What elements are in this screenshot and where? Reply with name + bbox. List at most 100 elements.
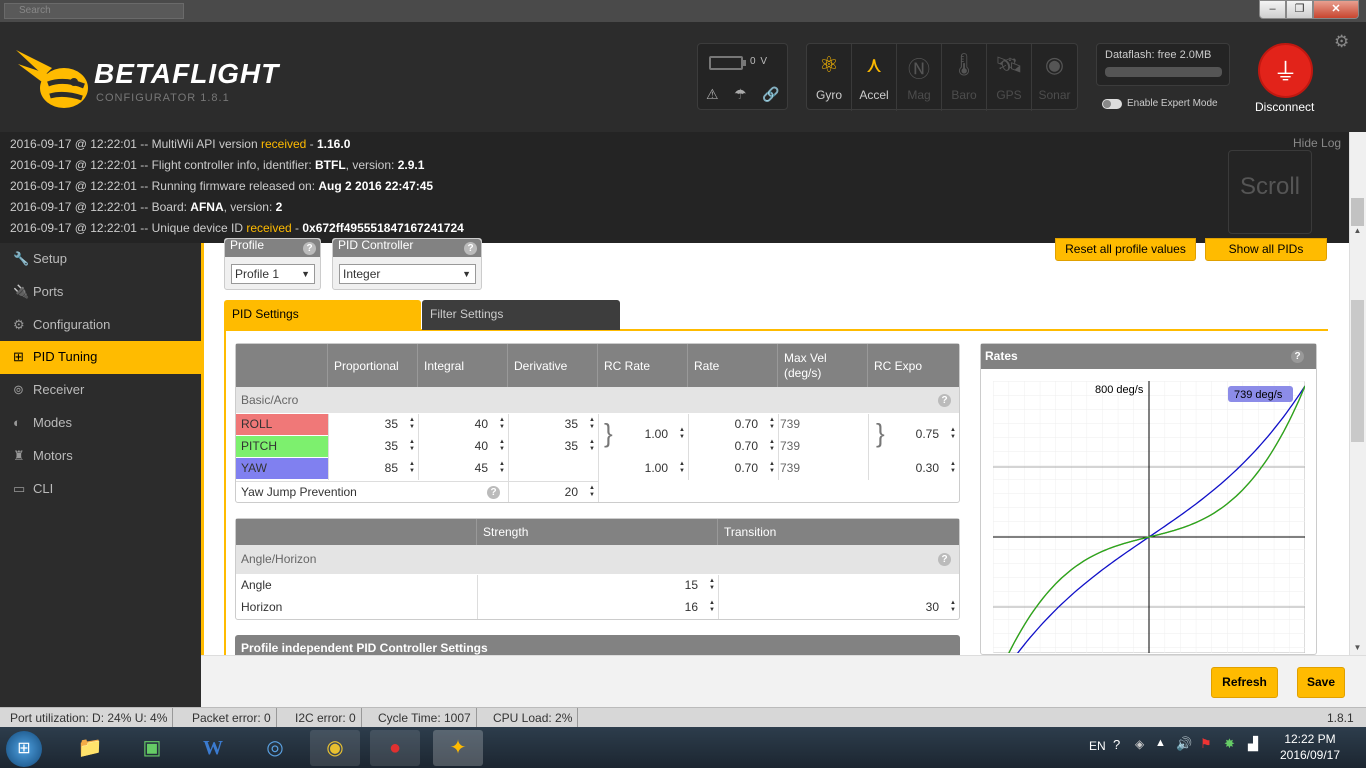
tray-icon[interactable]: ◈ bbox=[1135, 737, 1144, 751]
sidebar-item-cli[interactable]: ▭ CLI bbox=[0, 473, 201, 506]
spinner-icon[interactable]: ▲ ▼ bbox=[679, 427, 685, 441]
scrollbar-thumb[interactable] bbox=[1351, 300, 1364, 442]
flag-icon[interactable]: ⚑ bbox=[1200, 736, 1212, 752]
spinner-icon[interactable]: ▲ ▼ bbox=[769, 417, 775, 431]
yaw-jump-input[interactable]: 20 ▲ ▼ bbox=[508, 481, 598, 502]
sonar-icon: ◉ bbox=[1044, 52, 1065, 77]
help-icon[interactable]: ? bbox=[938, 553, 951, 566]
horizon-label: Horizon bbox=[241, 600, 283, 614]
spinner-icon[interactable]: ▲ ▼ bbox=[409, 439, 415, 453]
close-button[interactable]: ✕ bbox=[1313, 0, 1359, 19]
rates-curve-chart: 800 deg/s 739 deg/s bbox=[993, 381, 1305, 653]
yaw-i-input[interactable]: 45 ▲ ▼ bbox=[418, 458, 508, 479]
spinner-icon[interactable]: ▲ ▼ bbox=[679, 461, 685, 475]
search-box[interactable]: Search bbox=[4, 3, 184, 19]
task-manager-icon[interactable]: ▣ bbox=[127, 730, 177, 766]
header-max-vel: Max Vel (deg/s) bbox=[778, 344, 868, 387]
spinner-icon[interactable]: ▲ ▼ bbox=[950, 427, 956, 441]
sidebar-item-ports[interactable]: 🔌 Ports bbox=[0, 276, 201, 309]
spinner-icon[interactable]: ▲ ▼ bbox=[769, 461, 775, 475]
os-taskbar: 📁 ▣ W ◎ ◉ ● ✦ EN ? ◈ ▲ 🔊 ⚑ ✸ ▟ 12:22 PM 2… bbox=[0, 727, 1366, 768]
help-icon[interactable]: ? bbox=[303, 242, 316, 255]
tray-expand-icon[interactable]: ▲ bbox=[1155, 737, 1166, 749]
sidebar-item-setup[interactable]: 🔧 Setup bbox=[0, 243, 201, 276]
horizon-strength-input[interactable]: 16 ▲ ▼ bbox=[477, 597, 718, 618]
taskbar-clock[interactable]: 12:22 PM 2016/09/17 bbox=[1278, 731, 1342, 763]
spinner-icon[interactable]: ▲ ▼ bbox=[499, 439, 505, 453]
word-icon[interactable]: W bbox=[188, 730, 238, 766]
settings-gear-icon[interactable]: ⚙ bbox=[1334, 32, 1349, 52]
hide-log-link[interactable]: Hide Log bbox=[1293, 136, 1341, 150]
spinner-icon[interactable]: ▲ ▼ bbox=[950, 461, 956, 475]
sidebar-item-pid-tuning[interactable]: ⊞ PID Tuning bbox=[0, 341, 201, 374]
help-icon[interactable]: ? bbox=[1291, 350, 1304, 363]
roll-d-input[interactable]: 35 ▲ ▼ bbox=[508, 414, 598, 435]
disconnect-button[interactable]: ⏚ bbox=[1258, 43, 1313, 98]
spinner-icon[interactable]: ▲ ▼ bbox=[589, 439, 595, 453]
rc-rate-yaw-input[interactable]: 1.00 ▲ ▼ bbox=[598, 458, 688, 479]
compass-icon: Ⓝ bbox=[907, 57, 930, 82]
spinner-icon[interactable]: ▲ ▼ bbox=[950, 600, 956, 614]
spinner-icon[interactable]: ▲ ▼ bbox=[499, 417, 505, 431]
network-icon[interactable]: ▟ bbox=[1248, 736, 1258, 752]
start-button[interactable]: ⊞ bbox=[6, 731, 42, 767]
sidebar-item-motors[interactable]: ♜ Motors bbox=[0, 440, 201, 473]
betaflight-taskbar-icon[interactable]: ✦ bbox=[433, 730, 483, 766]
maximize-button[interactable]: ❐ bbox=[1286, 0, 1313, 19]
help-tray-icon[interactable]: ? bbox=[1113, 737, 1120, 752]
expert-mode-toggle[interactable] bbox=[1102, 99, 1122, 109]
pitch-rate-input[interactable]: 0.70 ▲ ▼ bbox=[688, 436, 778, 457]
pitch-p-input[interactable]: 35 ▲ ▼ bbox=[328, 436, 418, 457]
angle-strength-input[interactable]: 15 ▲ ▼ bbox=[477, 575, 718, 596]
sidebar-item-receiver[interactable]: ⊚ Receiver bbox=[0, 374, 201, 407]
yaw-p-input[interactable]: 85 ▲ ▼ bbox=[328, 458, 418, 479]
spinner-icon[interactable]: ▲ ▼ bbox=[409, 417, 415, 431]
roll-rate-input[interactable]: 0.70 ▲ ▼ bbox=[688, 414, 778, 435]
spinner-icon[interactable]: ▲ ▼ bbox=[409, 461, 415, 475]
volume-icon[interactable]: 🔊 bbox=[1176, 736, 1192, 752]
roll-i-input[interactable]: 40 ▲ ▼ bbox=[418, 414, 508, 435]
spinner-icon[interactable]: ▲ ▼ bbox=[709, 600, 715, 614]
reset-profile-button[interactable]: Reset all profile values bbox=[1055, 238, 1196, 261]
log-scroll-widget[interactable]: Scroll bbox=[1228, 150, 1312, 234]
yaw-rate-input[interactable]: 0.70 ▲ ▼ bbox=[688, 458, 778, 479]
rc-rate-rp-input[interactable]: 1.00 ▲ ▼ bbox=[598, 424, 688, 445]
save-button[interactable]: Save bbox=[1297, 667, 1345, 698]
tab-filter-settings[interactable]: Filter Settings bbox=[422, 300, 620, 330]
roll-p-input[interactable]: 35 ▲ ▼ bbox=[328, 414, 418, 435]
antivirus-icon[interactable]: ● bbox=[370, 730, 420, 766]
help-icon[interactable]: ? bbox=[487, 486, 500, 499]
language-indicator[interactable]: EN bbox=[1089, 739, 1106, 753]
sidebar-item-modes[interactable]: ◐ Modes bbox=[0, 407, 201, 440]
motor-icon: ♜ bbox=[13, 448, 25, 463]
spinner-icon[interactable]: ▲ ▼ bbox=[499, 461, 505, 475]
pitch-d-input[interactable]: 35 ▲ ▼ bbox=[508, 436, 598, 457]
help-icon[interactable]: ? bbox=[938, 394, 951, 407]
help-icon[interactable]: ? bbox=[464, 242, 477, 255]
razer-icon[interactable]: ✸ bbox=[1224, 736, 1235, 752]
disconnect-label[interactable]: Disconnect bbox=[1255, 100, 1314, 114]
teamviewer-icon[interactable]: ◎ bbox=[250, 730, 300, 766]
refresh-button[interactable]: Refresh bbox=[1211, 667, 1278, 698]
pid-controller-select[interactable]: Integer ▼ bbox=[339, 264, 476, 284]
bee-logo-icon bbox=[16, 50, 88, 108]
rc-expo-rp-input[interactable]: 0.75 ▲ ▼ bbox=[868, 424, 959, 445]
profile-select[interactable]: Profile 1 ▼ bbox=[231, 264, 315, 284]
scrollbar-thumb[interactable] bbox=[1351, 198, 1364, 226]
spinner-icon[interactable]: ▲ ▼ bbox=[709, 578, 715, 592]
minimize-button[interactable]: – bbox=[1259, 0, 1286, 19]
spinner-icon[interactable]: ▲ ▼ bbox=[589, 485, 595, 499]
sidebar-item-configuration[interactable]: ⚙ Configuration bbox=[0, 309, 201, 342]
rc-expo-yaw-input[interactable]: 0.30 ▲ ▼ bbox=[868, 458, 959, 479]
show-all-pids-button[interactable]: Show all PIDs bbox=[1205, 238, 1327, 261]
horizon-transition-input[interactable]: 30 ▲ ▼ bbox=[718, 597, 959, 618]
scroll-up-icon[interactable]: ▲ bbox=[1349, 226, 1366, 235]
tab-pid-settings[interactable]: PID Settings bbox=[224, 300, 421, 330]
explorer-icon[interactable]: 📁 bbox=[65, 730, 115, 766]
bottom-action-bar: Refresh Save bbox=[201, 655, 1366, 707]
pitch-i-input[interactable]: 40 ▲ ▼ bbox=[418, 436, 508, 457]
scroll-down-icon[interactable]: ▼ bbox=[1349, 643, 1366, 652]
chrome-icon[interactable]: ◉ bbox=[310, 730, 360, 766]
spinner-icon[interactable]: ▲ ▼ bbox=[589, 417, 595, 431]
spinner-icon[interactable]: ▲ ▼ bbox=[769, 439, 775, 453]
